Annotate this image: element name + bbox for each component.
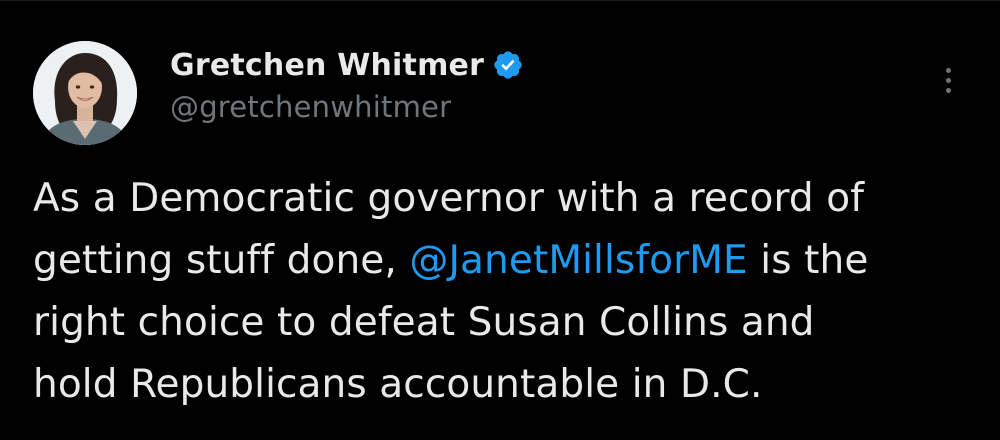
tweet-text-line: hold Republicans accountable in D.C. <box>33 362 763 407</box>
tweet-card: Gretchen Whitmer @gretchenwhitmer As a D… <box>0 0 1000 440</box>
tweet-author: Gretchen Whitmer @gretchenwhitmer <box>170 44 524 124</box>
name-row: Gretchen Whitmer <box>170 44 524 86</box>
vertical-ellipsis-icon <box>945 87 951 93</box>
tweet-text-segment: getting stuff done, <box>33 238 410 283</box>
profile-photo-icon <box>33 41 137 145</box>
verified-badge-icon <box>492 49 524 81</box>
tweet-text-segment: is the <box>747 238 869 283</box>
vertical-ellipsis-icon <box>945 67 951 73</box>
tweet-text-line: As a Democratic governor with a record o… <box>33 176 865 221</box>
more-options-button[interactable] <box>930 60 966 100</box>
tweet-text: As a Democratic governor with a record o… <box>33 168 983 416</box>
tweet-text-line: right choice to defeat Susan Collins and <box>33 300 815 345</box>
avatar[interactable] <box>33 41 137 145</box>
author-display-name[interactable]: Gretchen Whitmer <box>170 48 484 83</box>
mention-link[interactable]: @JanetMillsforME <box>409 238 747 283</box>
tweet-text-line: getting stuff done, @JanetMillsforME is … <box>33 230 983 292</box>
author-handle[interactable]: @gretchenwhitmer <box>170 90 524 124</box>
vertical-ellipsis-icon <box>945 77 951 83</box>
